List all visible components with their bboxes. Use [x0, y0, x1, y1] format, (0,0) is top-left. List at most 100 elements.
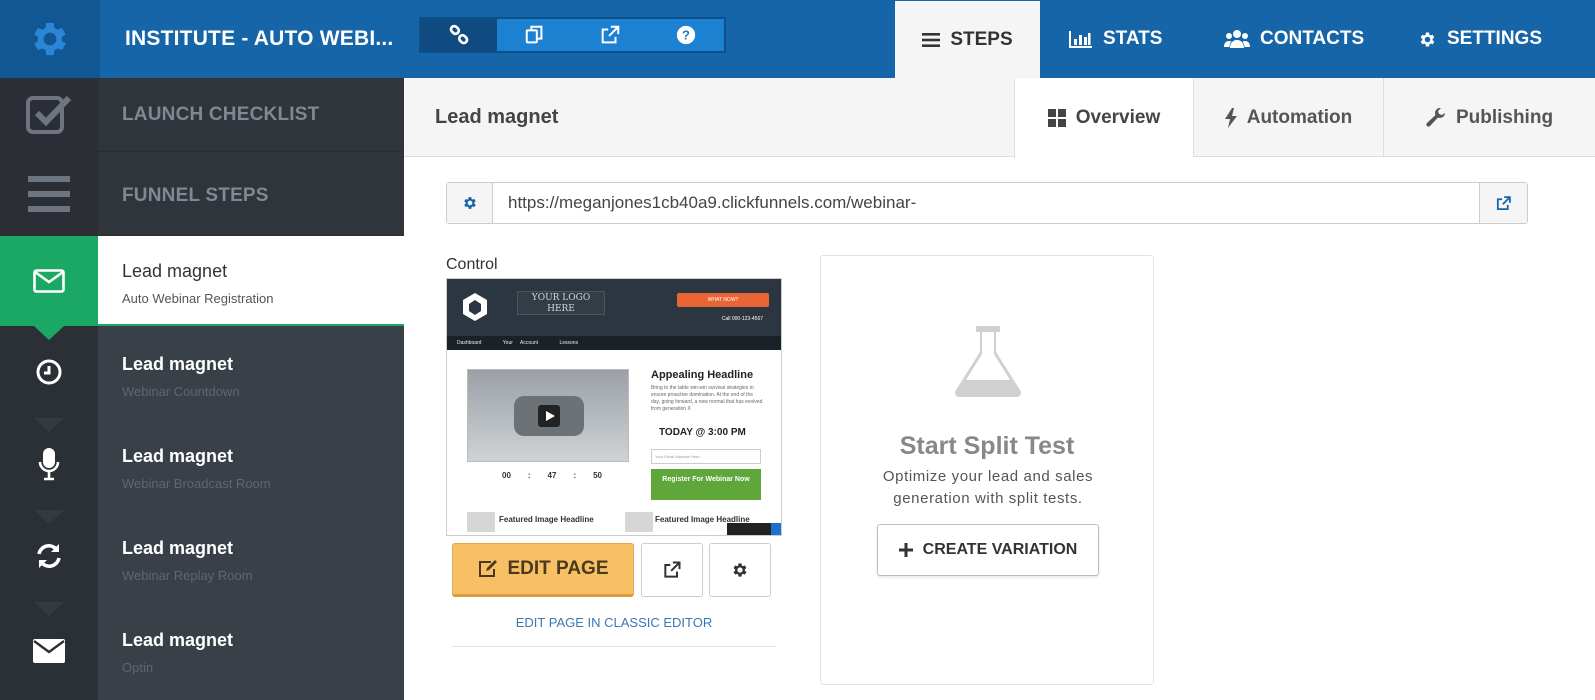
link-icon: [449, 24, 469, 45]
thumb-call: Call 000-123-4567: [721, 316, 763, 322]
page-thumbnail[interactable]: YOUR LOGO HERE WHAT NOW? Call 000-123-45…: [446, 278, 782, 536]
thumb-cta: WHAT NOW?: [677, 293, 769, 307]
timer-sep: :: [527, 471, 531, 480]
clock-icon: [36, 359, 62, 385]
nav-stats-label: STATS: [1103, 28, 1163, 49]
tab-overview[interactable]: Overview: [1014, 78, 1193, 158]
split-test-card: Start Split Test Optimize your lead and …: [820, 255, 1154, 685]
step-subtitle: Auto Webinar Registration: [122, 291, 274, 306]
create-variation-label: CREATE VARIATION: [922, 541, 1078, 558]
thumb-nav-item: Lessons: [559, 340, 579, 346]
logo-icon: [463, 293, 487, 321]
edit-icon: [478, 560, 497, 577]
envelope-icon: [33, 639, 65, 663]
nav-settings-label: SETTINGS: [1447, 28, 1543, 49]
external-link-icon: [664, 561, 681, 578]
funnel-steps-label: FUNNEL STEPS: [122, 185, 269, 206]
thumb-feature-image: [467, 512, 495, 532]
thumb-email: Your Email Address Here...: [651, 449, 761, 464]
tab-automation[interactable]: Automation: [1193, 78, 1383, 157]
external-link-icon: [602, 25, 620, 44]
thumb-feature-headline: Featured Image Headline: [499, 515, 594, 524]
wrench-icon: [1426, 107, 1445, 127]
link-button[interactable]: [421, 19, 497, 51]
app-menu-button[interactable]: [0, 0, 100, 78]
gear-icon: [463, 197, 476, 209]
grid-icon: [1047, 109, 1066, 127]
microphone-icon: [38, 448, 60, 481]
play-icon: [514, 396, 584, 436]
step-title: Lead magnet: [122, 261, 228, 281]
active-step-pointer: [34, 326, 64, 340]
sidebar-funnel-steps[interactable]: FUNNEL STEPS: [0, 152, 404, 236]
bar-chart-icon: [1069, 31, 1092, 48]
step-subtitle: Webinar Countdown: [122, 384, 240, 399]
timer-value: 50: [593, 471, 602, 480]
thumb-video: [467, 369, 629, 462]
edit-page-button[interactable]: EDIT PAGE: [452, 543, 634, 597]
external-link-icon: [1496, 195, 1511, 210]
timer-sep: :: [573, 471, 577, 480]
launch-checklist-label: LAUNCH CHECKLIST: [122, 104, 320, 125]
thumb-headline: Appealing Headline: [651, 369, 754, 381]
nav-steps[interactable]: STEPS: [895, 1, 1040, 78]
step-connector: [34, 602, 64, 616]
page-settings-button[interactable]: [709, 543, 771, 597]
step-title: Lead magnet: [122, 538, 234, 558]
tab-publishing[interactable]: Publishing: [1383, 78, 1595, 157]
tab-automation-label: Automation: [1246, 106, 1353, 128]
top-bar: INSTITUTE - AUTO WEBI... ? STEPS STATS C…: [0, 0, 1595, 78]
copy-icon: [525, 25, 543, 44]
control-label: Control: [446, 256, 498, 273]
users-icon: [1224, 30, 1250, 48]
funnel-tools: ?: [419, 17, 726, 53]
step-title: Lead magnet: [122, 354, 234, 374]
url-settings-button[interactable]: [447, 183, 493, 223]
thumb-logo: YOUR LOGO HERE: [517, 291, 605, 315]
thumb-nav: Dashboard Your Account Lessons: [447, 336, 781, 350]
help-button[interactable]: ?: [648, 19, 724, 51]
edit-page-label: EDIT PAGE: [507, 558, 609, 579]
create-variation-button[interactable]: CREATE VARIATION: [877, 524, 1099, 576]
thumb-today: TODAY @ 3:00 PM: [659, 427, 746, 438]
nav-settings[interactable]: SETTINGS: [1418, 0, 1542, 78]
refresh-icon: [37, 544, 61, 568]
step-item[interactable]: Lead magnet Optin: [0, 602, 404, 700]
sidebar: LAUNCH CHECKLIST FUNNEL STEPS Lead magne…: [0, 78, 404, 700]
preview-page-button[interactable]: [641, 543, 703, 597]
plus-icon: [898, 543, 913, 557]
flask-icon: [955, 326, 1021, 397]
sidebar-launch-checklist[interactable]: LAUNCH CHECKLIST: [0, 78, 404, 152]
nav-contacts[interactable]: CONTACTS: [1224, 0, 1364, 78]
checkbox-icon: [26, 95, 72, 134]
gear-icon: [733, 563, 747, 577]
tab-overview-label: Overview: [1075, 107, 1161, 128]
step-title: Lead magnet: [122, 446, 234, 466]
classic-editor-link[interactable]: EDIT PAGE IN CLASSIC EDITOR: [452, 615, 776, 630]
timer-value: 47: [547, 471, 557, 480]
step-connector: [34, 418, 64, 432]
thumb-feature-image: [625, 512, 653, 532]
page-title: Lead magnet: [435, 106, 559, 128]
thumb-nav-item: Your Account: [502, 340, 539, 346]
thumb-header: YOUR LOGO HERE WHAT NOW? Call 000-123-45…: [447, 279, 781, 336]
tab-publishing-label: Publishing: [1455, 106, 1554, 128]
nav-stats[interactable]: STATS: [1069, 0, 1162, 78]
thumb-nav-item: Dashboard: [457, 340, 482, 346]
bars-icon: [28, 175, 70, 212]
page-header: Lead magnet Overview Automation Publishi…: [404, 78, 1595, 158]
step-item[interactable]: Lead magnet Auto Webinar Registration: [0, 236, 404, 326]
split-test-description: Optimize your lead and sales generation …: [882, 468, 1094, 507]
envelope-outline-icon: [33, 269, 65, 293]
step-subtitle: Webinar Replay Room: [122, 568, 253, 583]
thumb-register: Register For Webinar Now: [651, 469, 761, 500]
divider: [452, 646, 776, 647]
page-url-bar: https://meganjones1cb40a9.clickfunnels.c…: [446, 182, 1528, 224]
funnel-title: INSTITUTE - AUTO WEBI...: [125, 27, 394, 50]
step-title: Lead magnet: [122, 630, 234, 650]
page-url-field[interactable]: https://meganjones1cb40a9.clickfunnels.c…: [493, 183, 1479, 223]
copy-button[interactable]: [497, 19, 573, 51]
open-external-button[interactable]: [573, 19, 649, 51]
thumb-badge: [727, 523, 781, 535]
open-url-button[interactable]: [1479, 183, 1527, 223]
